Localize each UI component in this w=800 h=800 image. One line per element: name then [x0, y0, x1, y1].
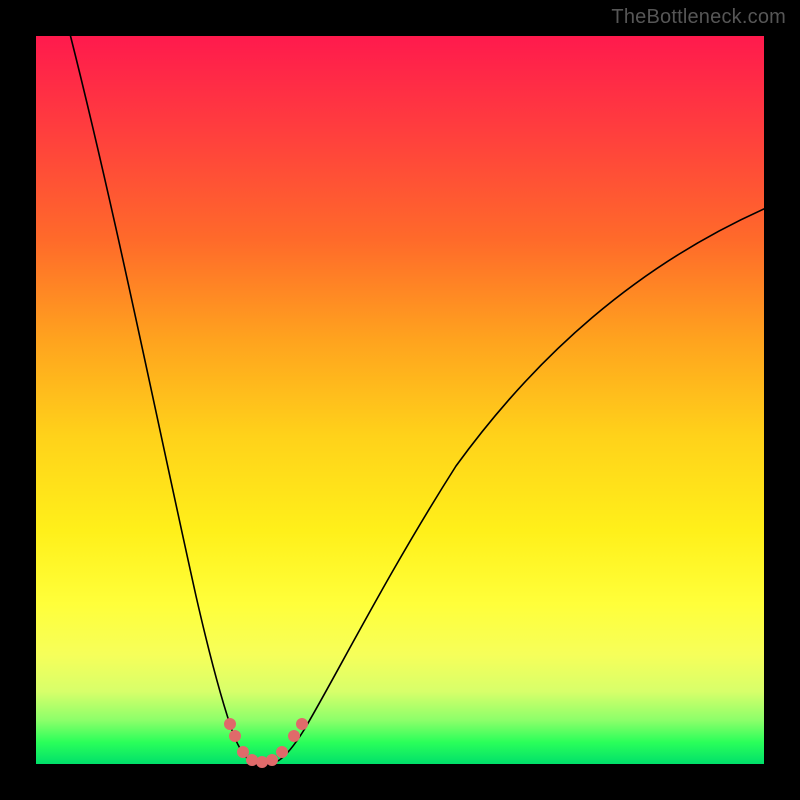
watermark-text: TheBottleneck.com: [611, 6, 786, 29]
chart-plot-area: [36, 36, 764, 764]
bottleneck-curve: [36, 36, 764, 764]
